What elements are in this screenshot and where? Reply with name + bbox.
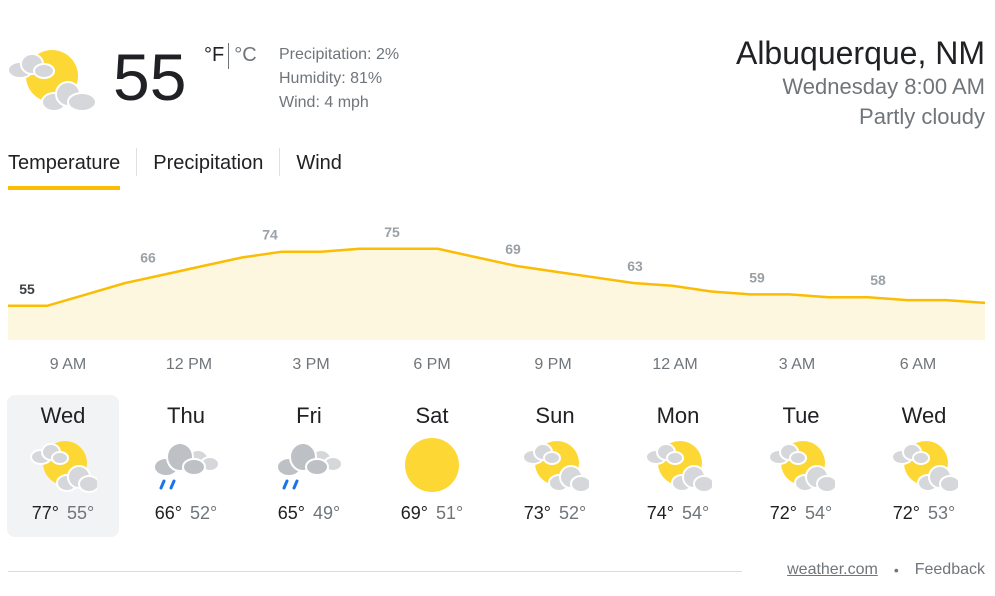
partly-cloudy-icon [890, 437, 961, 493]
celsius-button[interactable]: °C [229, 44, 256, 69]
temperature-data-label: 59 [749, 269, 765, 285]
high-temp: 72° [892, 503, 920, 523]
day-temperatures: 77° 55° [7, 503, 119, 524]
forecast-day[interactable]: Sun 73° 52° [499, 395, 611, 537]
low-temp: 53° [928, 503, 956, 523]
low-temp: 54° [682, 503, 710, 523]
temperature-data-label: 63 [627, 258, 643, 274]
temperature-data-label: 66 [140, 250, 156, 266]
rain-icon [152, 437, 220, 493]
day-temperatures: 69° 51° [376, 503, 488, 524]
day-name: Sat [415, 403, 449, 428]
temperature-data-label: 75 [384, 224, 400, 240]
high-temp: 77° [31, 503, 59, 523]
wind-detail: Wind: 4 mph [279, 94, 369, 111]
low-temp: 52° [559, 503, 587, 523]
tab-wind[interactable]: Wind [296, 148, 342, 190]
hour-label: 9 PM [534, 356, 572, 373]
temperature-chart-svg: 55 66 74 75 69 63 59 58 [8, 224, 986, 340]
partly-cloudy-icon [767, 437, 838, 493]
hour-label: 3 PM [292, 356, 330, 373]
date-time: Wednesday 8:00 AM [782, 74, 985, 99]
temperature-data-label: 69 [505, 241, 521, 257]
high-temp: 73° [523, 503, 551, 523]
day-temperatures: 73° 52° [499, 503, 611, 524]
forecast-day[interactable]: Tue 72° 54° [745, 395, 857, 537]
day-temperatures: 66° 52° [130, 503, 242, 524]
fahrenheit-button[interactable]: °F [204, 44, 228, 69]
hour-label: 6 AM [899, 356, 937, 373]
humidity-detail: Humidity: 81% [279, 70, 383, 87]
low-temp: 51° [436, 503, 464, 523]
day-name: Wed [40, 403, 86, 428]
tab-divider [136, 148, 138, 176]
unit-toggle: °F °C [204, 43, 257, 69]
current-temperature: 55 [113, 40, 187, 114]
high-temp: 74° [646, 503, 674, 523]
current-conditions: 55 °F °C Precipitation: 2% Humidity: 81%… [7, 40, 468, 130]
rain-icon [275, 437, 343, 493]
temperature-data-label: 74 [262, 227, 278, 243]
footer-divider [8, 571, 742, 572]
location-header: Albuquerque, NM Wednesday 8:00 AM Partly… [736, 34, 985, 132]
hour-label: 12 PM [165, 356, 213, 373]
forecast-day[interactable]: Wed 72° 53° [868, 395, 980, 537]
day-temperatures: 65° 49° [253, 503, 365, 524]
day-name: Thu [167, 403, 205, 428]
source-link[interactable]: weather.com [787, 561, 878, 579]
day-temperatures: 72° 53° [868, 503, 980, 524]
day-temperatures: 72° 54° [745, 503, 857, 524]
day-name: Fri [296, 403, 322, 428]
day-name: Mon [656, 403, 700, 428]
tab-divider [279, 148, 281, 176]
high-temp: 72° [769, 503, 797, 523]
low-temp: 52° [190, 503, 218, 523]
temperature-chart: 55 66 74 75 69 63 59 58 [0, 210, 995, 350]
forecast-day[interactable]: Sat 69° 51° [376, 395, 488, 537]
low-temp: 49° [313, 503, 341, 523]
hour-label: 6 PM [413, 356, 451, 373]
day-name: Sun [535, 403, 575, 428]
tab-temperature[interactable]: Temperature [8, 148, 121, 190]
tab-precipitation[interactable]: Precipitation [153, 148, 263, 190]
precipitation-detail: Precipitation: 2% [279, 46, 400, 63]
hour-label: 3 AM [778, 356, 816, 373]
chart-tabs: Temperature Precipitation Wind [8, 148, 376, 190]
partly-cloudy-icon [7, 44, 98, 114]
day-name: Tue [782, 403, 820, 428]
forecast-day[interactable]: Wed 77° 55° [7, 395, 119, 537]
day-name: Wed [901, 403, 947, 428]
forecast-day[interactable]: Thu 66° 52° [130, 395, 242, 537]
partly-cloudy-icon [521, 437, 592, 493]
low-temp: 55° [67, 503, 95, 523]
footer: weather.com • Feedback [787, 561, 985, 579]
high-temp: 66° [154, 503, 182, 523]
city-name: Albuquerque, NM [735, 35, 985, 71]
hour-label: 9 AM [49, 356, 87, 373]
condition-text: Partly cloudy [859, 104, 985, 129]
temperature-data-label: 58 [870, 272, 886, 288]
footer-separator: • [893, 562, 899, 578]
forecast-day[interactable]: Fri 65° 49° [253, 395, 365, 537]
low-temp: 54° [805, 503, 833, 523]
hour-axis: 9 AM 12 PM 3 PM 6 PM 9 PM 12 AM 3 AM 6 AM [0, 356, 995, 380]
feedback-link[interactable]: Feedback [915, 561, 985, 579]
partly-cloudy-icon [29, 437, 100, 493]
hour-label: 12 AM [652, 356, 698, 373]
high-temp: 69° [400, 503, 428, 523]
weather-details: Precipitation: 2% Humidity: 81% Wind: 4 … [279, 43, 399, 115]
forecast-day[interactable]: Mon 74° 54° [622, 395, 734, 537]
temperature-data-label: 55 [19, 281, 35, 297]
day-temperatures: 74° 54° [622, 503, 734, 524]
daily-forecast: Wed 77° 55° Thu 66° 52° Fri 65° 49° Sat … [7, 395, 988, 537]
high-temp: 65° [277, 503, 305, 523]
sun-icon [398, 437, 466, 493]
partly-cloudy-icon [644, 437, 715, 493]
